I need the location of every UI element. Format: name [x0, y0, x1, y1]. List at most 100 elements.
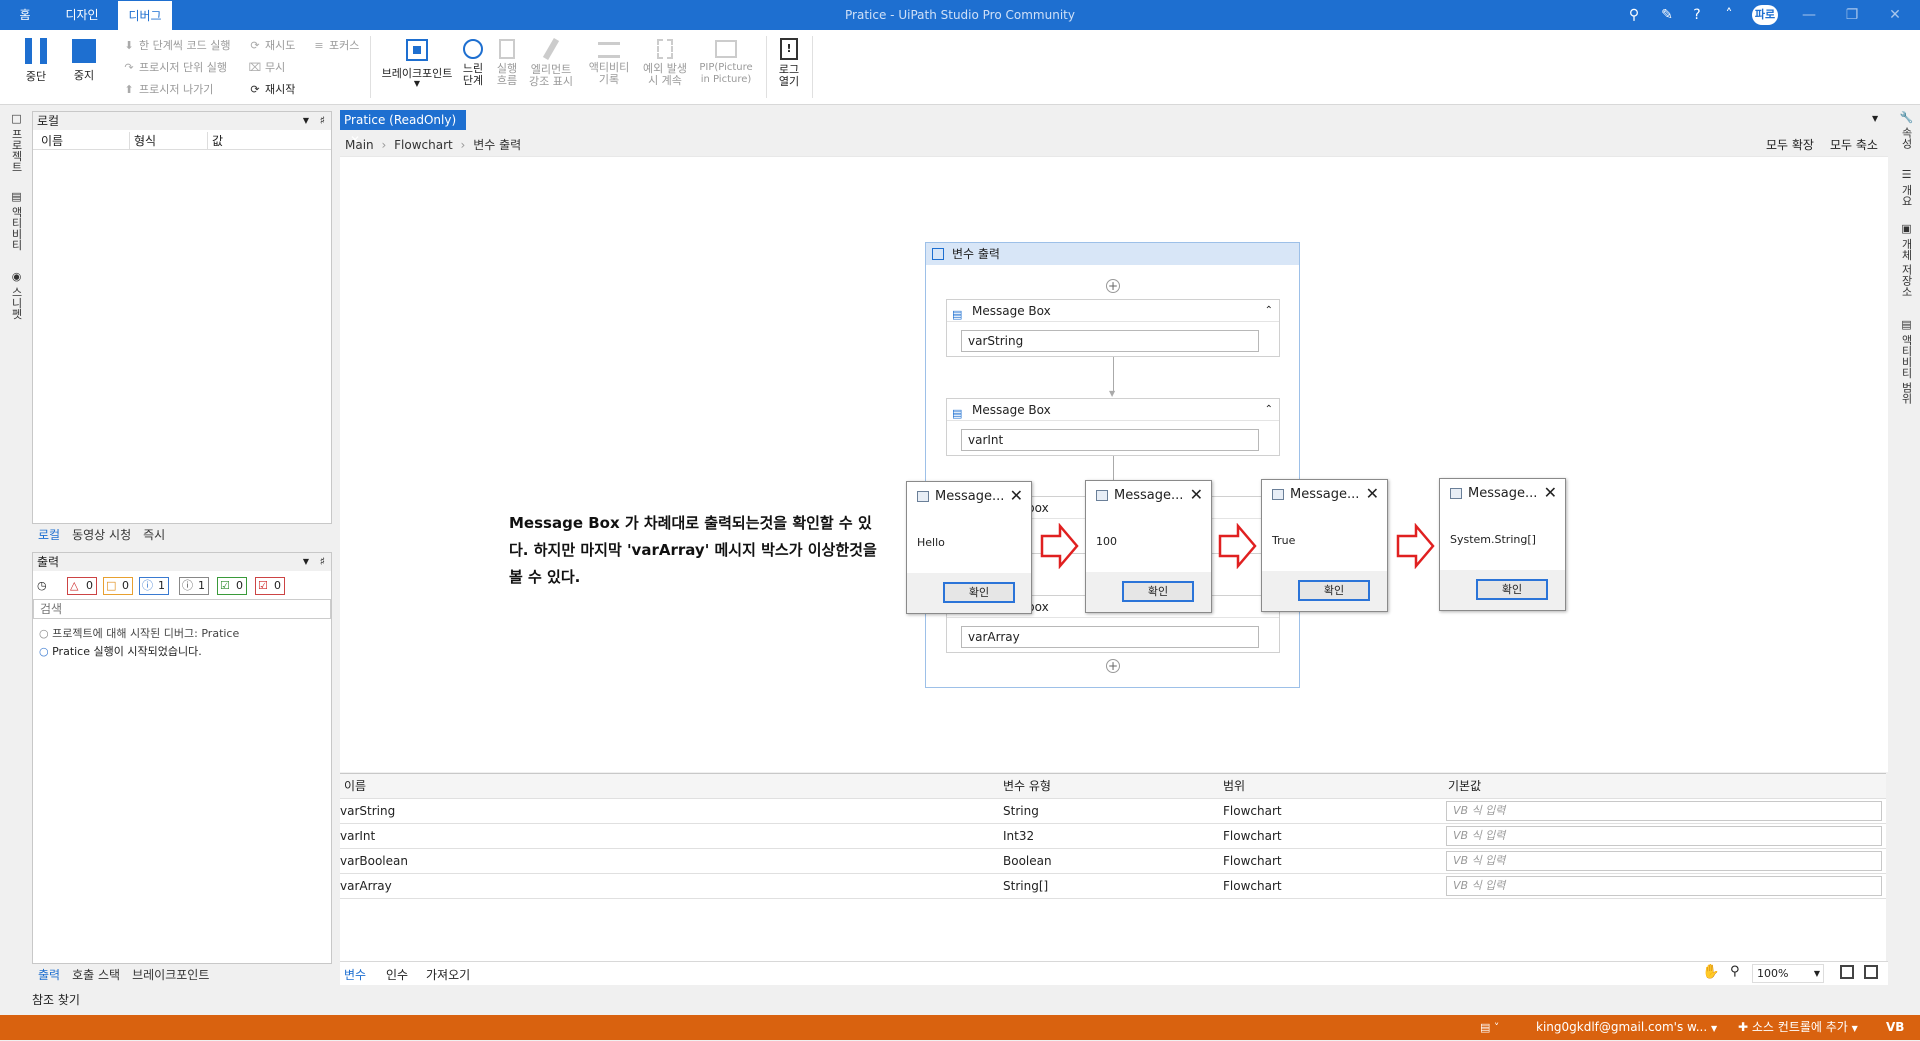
hand-icon[interactable]: ✋: [1702, 964, 1719, 980]
var-default-input[interactable]: VB 식 입력: [1446, 851, 1882, 871]
tabs-dropdown-icon[interactable]: ▼: [1872, 114, 1878, 123]
col-value[interactable]: 값: [207, 132, 223, 150]
var-type[interactable]: String[]: [1003, 874, 1048, 898]
rail-outline[interactable]: ☰ 개요: [1898, 168, 1914, 207]
col-default[interactable]: 기본값: [1448, 774, 1481, 798]
collapse-ribbon-icon[interactable]: ˄: [1720, 6, 1738, 24]
var-type[interactable]: Boolean: [1003, 849, 1052, 873]
tab-immediate[interactable]: 즉시: [143, 528, 165, 542]
var-name[interactable]: varString: [340, 799, 395, 823]
tab-variables[interactable]: 변수: [344, 966, 366, 983]
help-icon[interactable]: ?: [1688, 6, 1706, 24]
find-references-tab[interactable]: 참조 찾기: [32, 991, 80, 1008]
pin-icon[interactable]: ♯: [320, 553, 325, 571]
close-icon[interactable]: ✕: [1366, 484, 1379, 503]
col-name[interactable]: 이름: [344, 774, 366, 798]
table-row[interactable]: varBoolean Boolean Flowchart VB 식 입력: [340, 849, 1886, 874]
clock-icon[interactable]: ◷: [37, 579, 47, 592]
continue-on-exception-button[interactable]: 예외 발생 시 계속: [640, 34, 690, 87]
tab-watch[interactable]: 동영상 시청: [72, 528, 131, 542]
ok-button[interactable]: 확인: [943, 582, 1015, 603]
ok-button[interactable]: 확인: [1298, 580, 1370, 601]
add-activity-icon[interactable]: +: [1106, 659, 1120, 673]
trace-filter[interactable]: ⓘ 1: [179, 577, 209, 595]
pause-button[interactable]: 중단: [18, 34, 54, 84]
step-out-button[interactable]: ⬆ 프로시저 나가기: [122, 81, 213, 97]
warning-filter[interactable]: □ 0: [103, 577, 133, 595]
tab-output[interactable]: 출력: [38, 968, 60, 982]
col-name[interactable]: 이름: [41, 132, 63, 150]
retry-button[interactable]: ⟳ 재시도: [248, 37, 295, 53]
message-box-activity[interactable]: ▤ Message Box ⌃ varString: [946, 299, 1280, 357]
dropdown-icon[interactable]: ▼: [303, 112, 309, 130]
tab-imports[interactable]: 가져오기: [426, 966, 470, 983]
var-type[interactable]: Int32: [1003, 824, 1034, 848]
tab-debug[interactable]: 디버그: [118, 1, 172, 30]
message-dialog[interactable]: Message... ✕ System.String[] 확인: [1439, 478, 1566, 611]
step-over-button[interactable]: ↷ 프로시저 단위 실행: [122, 59, 227, 75]
table-row[interactable]: varArray String[] Flowchart VB 식 입력: [340, 874, 1886, 899]
tab-arguments[interactable]: 인수: [386, 966, 408, 983]
tab-design[interactable]: 디자인: [60, 0, 104, 30]
feedback-icon[interactable]: ✎: [1658, 6, 1676, 24]
success-filter[interactable]: ☑ 0: [217, 577, 247, 595]
col-var-type[interactable]: 변수 유형: [1003, 774, 1051, 798]
var-scope[interactable]: Flowchart: [1223, 849, 1282, 873]
account-label[interactable]: king0gkdlf@gmail.com's w... ▼: [1536, 1015, 1717, 1041]
var-type[interactable]: String: [1003, 799, 1039, 823]
var-scope[interactable]: Flowchart: [1223, 799, 1282, 823]
message-box-activity[interactable]: ▤ Message Box ⌃ varInt: [946, 398, 1280, 456]
ok-button[interactable]: 확인: [1476, 579, 1548, 600]
activity-text-field[interactable]: varInt: [961, 429, 1259, 451]
execution-trail-button[interactable]: 실행 흐름: [492, 34, 522, 87]
var-scope[interactable]: Flowchart: [1223, 874, 1282, 898]
zoom-icon[interactable]: ⚲: [1730, 964, 1740, 979]
var-name[interactable]: varArray: [340, 874, 392, 898]
rail-properties[interactable]: 🔧 속성: [1898, 110, 1914, 149]
log-activities-button[interactable]: 액티비티 기록: [584, 34, 634, 86]
table-row[interactable]: varString String Flowchart VB 식 입력: [340, 799, 1886, 824]
var-name[interactable]: varBoolean: [340, 849, 408, 873]
message-dialog[interactable]: Message... ✕ Hello 확인: [906, 481, 1032, 614]
crumb-sequence[interactable]: 변수 출력: [473, 138, 521, 152]
var-default-input[interactable]: VB 식 입력: [1446, 876, 1882, 896]
crumb-main[interactable]: Main: [345, 138, 374, 152]
ok-button[interactable]: 확인: [1122, 581, 1194, 602]
tab-call-stack[interactable]: 호출 스택: [72, 968, 120, 982]
close-icon[interactable]: ✕: [1886, 6, 1904, 24]
close-icon[interactable]: ✕: [1544, 483, 1557, 502]
table-row[interactable]: varInt Int32 Flowchart VB 식 입력: [340, 824, 1886, 849]
zoom-select[interactable]: 100% ▼: [1752, 964, 1824, 983]
var-default-input[interactable]: VB 식 입력: [1446, 801, 1882, 821]
open-logs-button[interactable]: ! 로그 열기: [774, 34, 804, 88]
activity-text-field[interactable]: varString: [961, 330, 1259, 352]
message-dialog[interactable]: Message... ✕ 100 확인: [1085, 480, 1212, 613]
dropdown-icon[interactable]: ▼: [303, 553, 309, 571]
activity-text-field[interactable]: varArray: [961, 626, 1259, 648]
close-icon[interactable]: ✕: [1010, 486, 1023, 505]
tab-locals[interactable]: 로컬: [38, 528, 60, 542]
col-scope[interactable]: 범위: [1223, 774, 1245, 798]
rail-activities[interactable]: ▤ 액티비티: [8, 190, 24, 251]
expand-all-button[interactable]: 모두 확장: [1766, 136, 1814, 153]
avatar[interactable]: 파로: [1752, 5, 1778, 25]
output-search-input[interactable]: [33, 599, 331, 619]
pin-icon[interactable]: ♯: [320, 112, 325, 130]
rail-object-repository[interactable]: ▣ 개체 저장소: [1898, 222, 1914, 297]
highlight-elements-button[interactable]: 엘리먼트 강조 표시: [526, 34, 576, 88]
fail-filter[interactable]: ☑ 0: [255, 577, 285, 595]
collapse-icon[interactable]: ⌃: [1265, 399, 1273, 421]
rail-activity-coverage[interactable]: ▤ 액티비티 범위: [1898, 318, 1914, 404]
tab-home[interactable]: 홈: [10, 0, 40, 30]
var-name[interactable]: varInt: [340, 824, 375, 848]
collapse-all-button[interactable]: 모두 축소: [1830, 136, 1878, 153]
var-default-input[interactable]: VB 식 입력: [1446, 826, 1882, 846]
search-icon[interactable]: ⚲: [1625, 6, 1643, 24]
add-activity-icon[interactable]: +: [1106, 279, 1120, 293]
close-icon[interactable]: ✕: [1190, 485, 1203, 504]
restore-icon[interactable]: ❐: [1843, 6, 1861, 24]
message-dialog[interactable]: Message... ✕ True 확인: [1261, 479, 1388, 612]
restart-button[interactable]: ⟳ 재시작: [248, 81, 295, 97]
minimize-icon[interactable]: —: [1800, 6, 1818, 24]
source-control-button[interactable]: ✚ 소스 컨트롤에 추가 ▼: [1738, 1015, 1858, 1041]
